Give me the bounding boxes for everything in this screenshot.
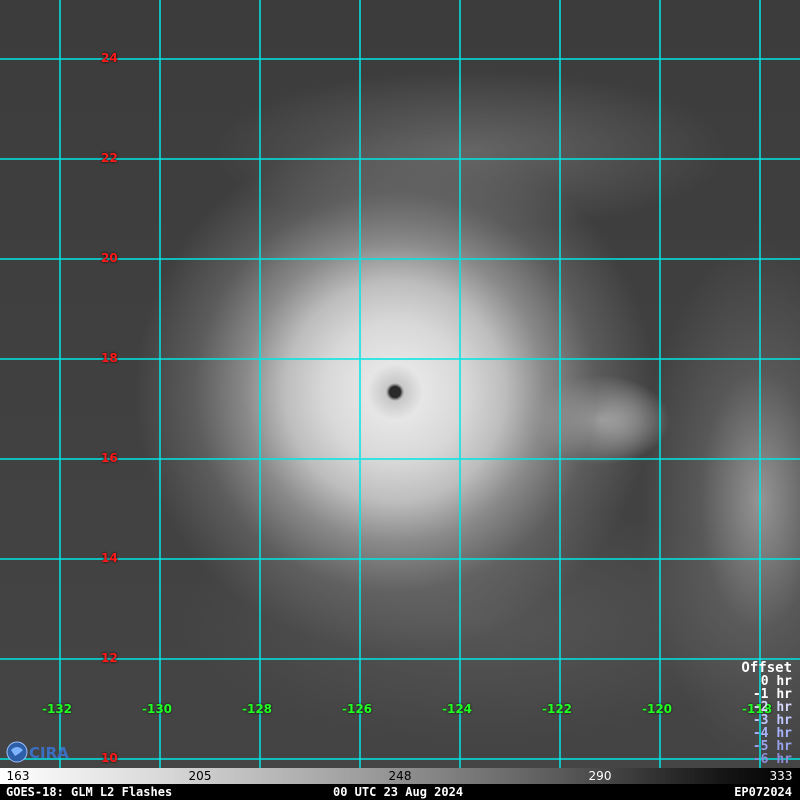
satellite-image-view: 24 22 20 18 16 14 12 10 -132 -130 -128 -… <box>0 0 800 800</box>
lat-lon-grid <box>0 0 800 768</box>
colorbar-tick: 163 <box>6 769 30 783</box>
lon-label-120: -120 <box>642 702 673 716</box>
lat-label-16: 16 <box>101 451 118 465</box>
lon-label-124: -124 <box>442 702 473 716</box>
lon-label-132: -132 <box>42 702 73 716</box>
footer-storm-id: EP072024 <box>734 785 792 799</box>
lat-label-24: 24 <box>101 51 118 65</box>
lon-label-130: -130 <box>142 702 173 716</box>
image-footer: GOES-18: GLM L2 Flashes 00 UTC 23 Aug 20… <box>0 784 800 800</box>
lat-label-10: 10 <box>101 751 118 765</box>
offset-legend: Offset 0 hr -1 hr -2 hr -3 hr -4 hr -5 h… <box>741 661 792 767</box>
lat-label-18: 18 <box>101 351 118 365</box>
lat-label-12: 12 <box>101 651 118 665</box>
lon-label-122: -122 <box>542 702 573 716</box>
cira-logo-icon: CIRA <box>6 741 69 763</box>
legend-item: -6 hr <box>752 752 792 767</box>
lat-label-14: 14 <box>101 551 118 565</box>
colorbar-tick: 205 <box>188 769 212 783</box>
lat-label-20: 20 <box>101 251 118 265</box>
footer-timestamp: 00 UTC 23 Aug 2024 <box>333 785 464 799</box>
lon-label-126: -126 <box>342 702 373 716</box>
lon-label-128: -128 <box>242 702 273 716</box>
colorbar-tick: 290 <box>588 769 612 783</box>
footer-source: GOES-18: GLM L2 Flashes <box>6 785 173 799</box>
svg-text:CIRA: CIRA <box>29 744 69 762</box>
cloud-imagery <box>0 0 800 768</box>
lat-label-22: 22 <box>101 151 118 165</box>
colorbar-tick: 333 <box>769 769 793 783</box>
colorbar-tick: 248 <box>388 769 412 783</box>
hurricane-eye <box>389 386 401 398</box>
